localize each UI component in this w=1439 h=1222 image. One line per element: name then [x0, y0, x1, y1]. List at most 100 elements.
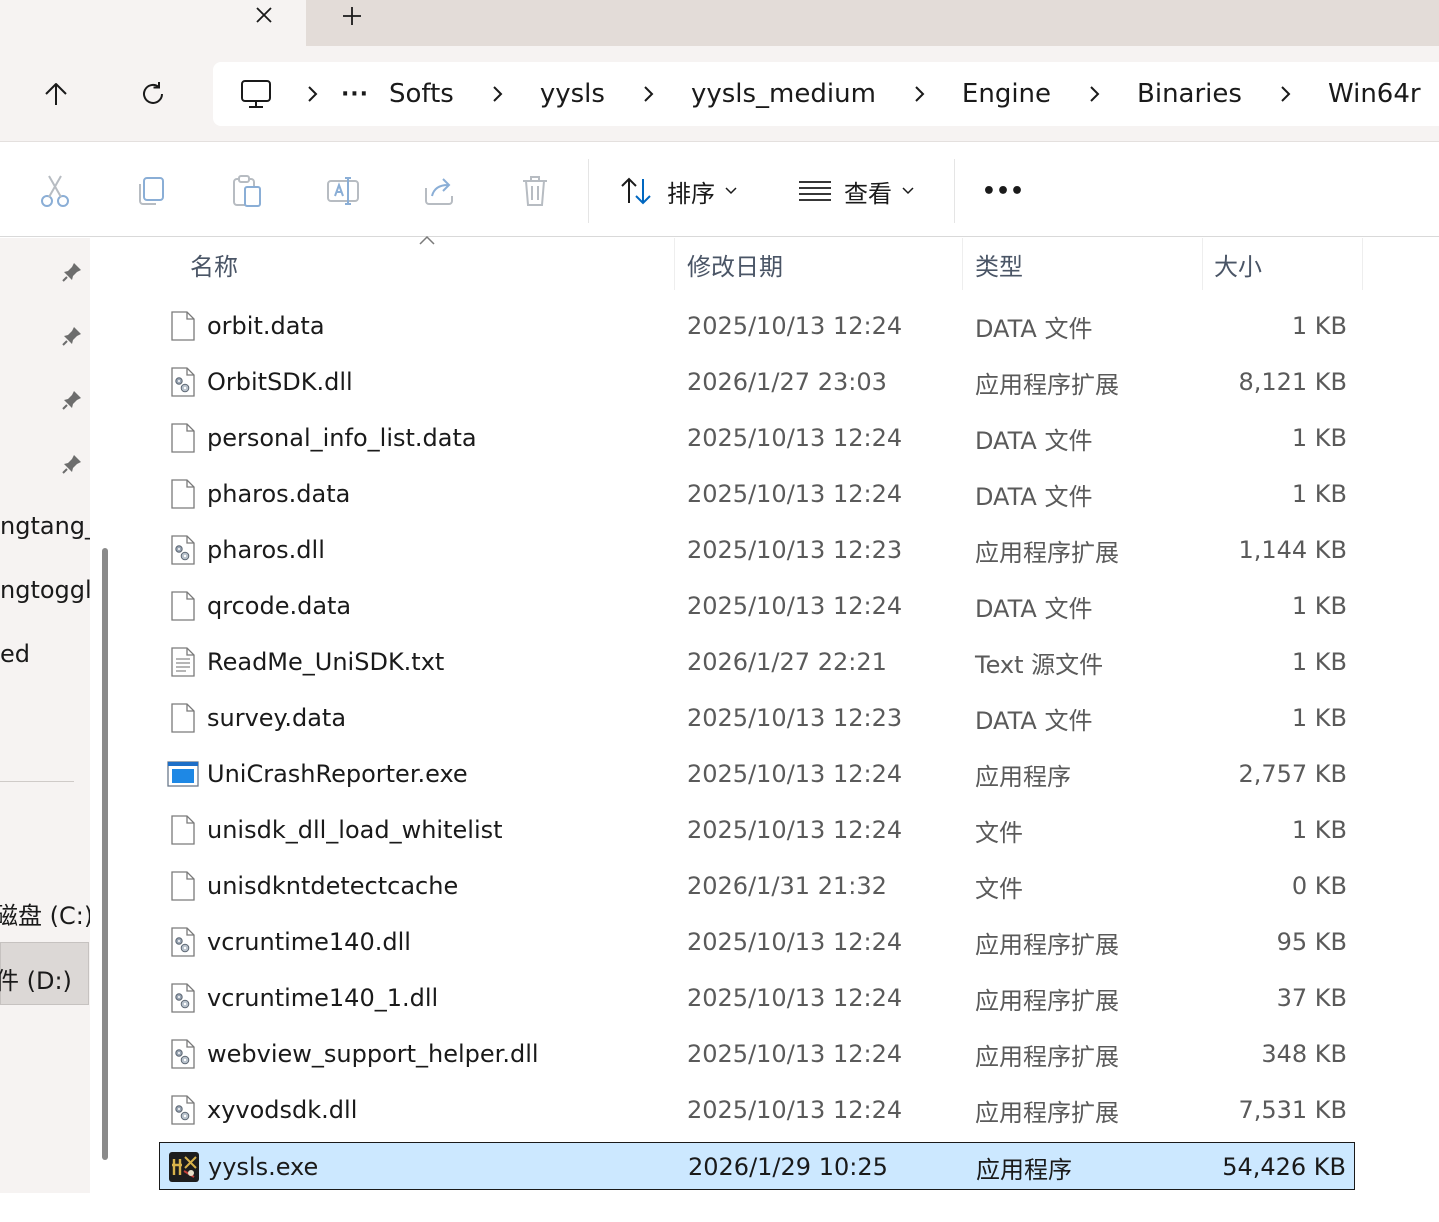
- nav-item-drive-c[interactable]: 磁盘 (C:): [0, 896, 90, 931]
- breadcrumb-item-yysls[interactable]: yysls: [536, 79, 609, 109]
- copy-button[interactable]: [129, 169, 173, 213]
- scissors-icon: [41, 175, 69, 207]
- file-row[interactable]: unisdk_dll_load_whitelist 2025/10/13 12:2…: [159, 806, 1355, 854]
- file-name: webview_support_helper.dll: [207, 1040, 539, 1068]
- file-row[interactable]: webview_support_helper.dll 2025/10/13 12:…: [159, 1030, 1355, 1078]
- refresh-button[interactable]: [127, 68, 179, 120]
- file-row[interactable]: orbit.data 2025/10/13 12:24 DATA 文件 1 KB: [159, 302, 1355, 350]
- file-row[interactable]: vcruntime140_1.dll 2025/10/13 12:24 应用程序扩展…: [159, 974, 1355, 1022]
- column-divider[interactable]: [1362, 238, 1363, 290]
- more-options-button[interactable]: •••: [981, 169, 1025, 213]
- file-modified-date: 2026/1/27 22:21: [687, 648, 887, 676]
- column-header-type[interactable]: 类型: [975, 238, 1201, 290]
- file-row[interactable]: qrcode.data 2025/10/13 12:24 DATA 文件 1 KB: [159, 582, 1355, 630]
- file-type: 应用程序扩展: [975, 1098, 1119, 1127]
- nav-divider: [0, 781, 74, 782]
- pinned-item[interactable]: [58, 450, 86, 478]
- column-divider[interactable]: [962, 238, 963, 290]
- breadcrumb-separator[interactable]: [458, 62, 536, 126]
- pinned-item[interactable]: [58, 386, 86, 414]
- share-icon: [425, 178, 453, 205]
- file-modified-date: 2025/10/13 12:24: [687, 1096, 903, 1124]
- nav-pane-scroll-track: [90, 238, 126, 1193]
- breadcrumb-item-softs[interactable]: Softs: [385, 79, 458, 109]
- file-name: unisdk_dll_load_whitelist: [207, 816, 503, 844]
- breadcrumb-item-yysls-medium[interactable]: yysls_medium: [687, 79, 880, 109]
- column-divider[interactable]: [674, 238, 675, 290]
- nav-item-folder[interactable]: ngtoggle: [0, 576, 90, 604]
- file-row[interactable]: pharos.data 2025/10/13 12:24 DATA 文件 1 KB: [159, 470, 1355, 518]
- nav-item-drive-d-label: 件 (D:): [0, 967, 72, 995]
- file-size: 1,144 KB: [1238, 536, 1347, 564]
- sort-dropdown[interactable]: 排序: [619, 167, 737, 215]
- file-row[interactable]: ReadMe_UniSDK.txt 2026/1/27 22:21 Text 源文件…: [159, 638, 1355, 686]
- breadcrumb-separator[interactable]: [1246, 62, 1324, 126]
- file-size: 1 KB: [1291, 424, 1347, 452]
- file-name: vcruntime140.dll: [207, 928, 411, 956]
- file-size: 0 KB: [1291, 872, 1347, 900]
- file-row[interactable]: xyvodsdk.dll 2025/10/13 12:24 应用程序扩展 7,531 …: [159, 1086, 1355, 1134]
- file-type: 应用程序扩展: [975, 1042, 1119, 1071]
- breadcrumb-separator[interactable]: [609, 62, 687, 126]
- breadcrumb-item-engine[interactable]: Engine: [958, 79, 1055, 109]
- file-type: DATA 文件: [975, 314, 1093, 343]
- nav-item-folder[interactable]: ngtang_: [0, 512, 90, 540]
- file-name: xyvodsdk.dll: [207, 1096, 358, 1124]
- breadcrumb-item-binaries[interactable]: Binaries: [1133, 79, 1246, 109]
- breadcrumb-overflow-button[interactable]: ···: [325, 62, 385, 126]
- file-size: 348 KB: [1261, 1040, 1347, 1068]
- file-size: 1 KB: [1291, 648, 1347, 676]
- rename-button[interactable]: [321, 169, 365, 213]
- column-header-name[interactable]: 名称: [190, 238, 674, 290]
- file-row[interactable]: UniCrashReporter.exe 2025/10/13 12:24 应用程序…: [159, 750, 1355, 798]
- file-type: DATA 文件: [975, 594, 1093, 623]
- command-separator: [954, 159, 955, 223]
- this-pc-button[interactable]: [213, 62, 299, 126]
- pin-icon: [62, 263, 81, 282]
- pinned-item[interactable]: [58, 322, 86, 350]
- navigation-bar: ··· Softs yysls yysls_medium Engine Bina…: [0, 46, 1439, 142]
- file-type: 应用程序: [975, 762, 1071, 791]
- column-header-size[interactable]: 大小: [1214, 238, 1362, 290]
- paste-button[interactable]: [225, 169, 269, 213]
- new-tab-button[interactable]: [334, 0, 370, 32]
- breadcrumb-separator[interactable]: [880, 62, 958, 126]
- file-row[interactable]: survey.data 2025/10/13 12:23 DATA 文件 1 KB: [159, 694, 1355, 742]
- pinned-item[interactable]: [58, 258, 86, 286]
- breadcrumb-item-win64r[interactable]: Win64r: [1324, 79, 1425, 109]
- breadcrumb-separator[interactable]: [1425, 62, 1439, 126]
- blank-file-icon: [167, 694, 199, 742]
- file-size: 2,757 KB: [1238, 760, 1347, 788]
- share-button[interactable]: [417, 169, 461, 213]
- address-bar[interactable]: ··· Softs yysls yysls_medium Engine Bina…: [213, 62, 1439, 126]
- monitor-icon: [241, 80, 271, 108]
- file-row[interactable]: vcruntime140.dll 2025/10/13 12:24 应用程序扩展 95…: [159, 918, 1355, 966]
- column-header-date[interactable]: 修改日期: [687, 238, 961, 290]
- breadcrumb-separator[interactable]: [299, 62, 325, 126]
- view-dropdown[interactable]: 查看: [798, 167, 914, 215]
- close-tab-button[interactable]: [248, 0, 280, 30]
- file-row[interactable]: unisdkntdetectcache 2026/1/31 21:32 文件 0 KB: [159, 862, 1355, 910]
- file-modified-date: 2025/10/13 12:24: [687, 984, 903, 1012]
- dll-file-icon: [167, 974, 199, 1022]
- file-row[interactable]: pharos.dll 2025/10/13 12:23 应用程序扩展 1,144 KB: [159, 526, 1355, 574]
- active-tab[interactable]: [0, 0, 306, 46]
- file-size: 7,531 KB: [1238, 1096, 1347, 1124]
- arrow-up-icon: [45, 83, 67, 105]
- delete-button[interactable]: [513, 169, 557, 213]
- breadcrumb-separator[interactable]: [1055, 62, 1133, 126]
- file-row[interactable]: personal_info_list.data 2025/10/13 12:24 D…: [159, 414, 1355, 462]
- file-row-selected[interactable]: yysls.exe 2026/1/29 10:25 应用程序 54,426 KB: [159, 1142, 1355, 1190]
- nav-item-folder[interactable]: ed: [0, 640, 30, 668]
- cut-button[interactable]: [33, 169, 77, 213]
- file-modified-date: 2025/10/13 12:24: [687, 928, 903, 956]
- up-button[interactable]: [30, 68, 82, 120]
- nav-pane-scrollbar-thumb[interactable]: [102, 548, 108, 1160]
- view-label: 查看: [844, 179, 892, 208]
- chevron-right-icon: [1090, 86, 1100, 102]
- column-divider[interactable]: [1202, 238, 1203, 290]
- nav-item-drive-d[interactable]: 件 (D:): [0, 942, 89, 1005]
- file-row[interactable]: OrbitSDK.dll 2026/1/27 23:03 应用程序扩展 8,121 K…: [159, 358, 1355, 406]
- pin-icon: [62, 455, 81, 474]
- file-name: yysls.exe: [208, 1153, 319, 1181]
